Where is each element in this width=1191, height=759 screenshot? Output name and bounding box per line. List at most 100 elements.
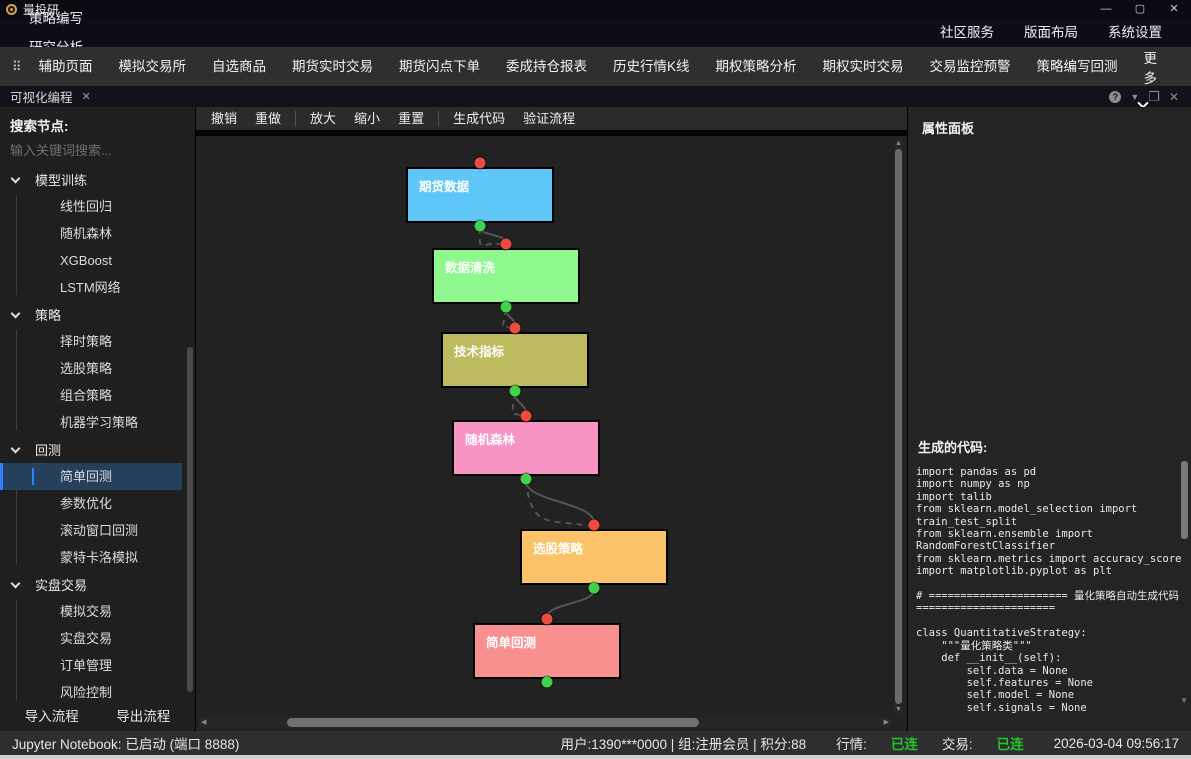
flow-node-期货数据[interactable]: 期货数据 — [406, 167, 554, 223]
menu-bar: 系统管理市场数据策略编写研究分析交易管理实验中心 社区服务版面布局系统设置 — [0, 18, 1191, 47]
scroll-left-icon[interactable]: ◀ — [201, 718, 206, 727]
tree-item-实盘交易[interactable]: 实盘交易 — [0, 625, 195, 652]
status-bar: Jupyter Notebook: 已启动 (端口 8888) 用户:1390*… — [0, 731, 1191, 755]
input-port[interactable] — [521, 411, 532, 422]
tree-item-选股策略[interactable]: 选股策略 — [0, 355, 195, 382]
output-port[interactable] — [510, 386, 521, 397]
tab-辅助页面[interactable]: 辅助页面 — [26, 47, 106, 86]
close-button[interactable]: ✕ — [1157, 0, 1191, 18]
input-port[interactable] — [501, 239, 512, 250]
tree-group-label: 回测 — [35, 440, 61, 459]
tree-item-参数优化[interactable]: 参数优化 — [0, 490, 195, 517]
tree-item-XGBoost[interactable]: XGBoost — [0, 247, 195, 274]
tree-item-订单管理[interactable]: 订单管理 — [0, 652, 195, 679]
toolbar-button-验证流程[interactable]: 验证流程 — [514, 107, 584, 130]
tab-策略编写回测[interactable]: 策略编写回测 — [1024, 47, 1131, 86]
menu-item-版面布局[interactable]: 版面布局 — [1009, 18, 1093, 47]
scroll-up-icon[interactable]: ▲ — [895, 139, 902, 148]
minimize-button[interactable]: — — [1089, 0, 1123, 18]
button-导出流程[interactable]: 导出流程 — [106, 703, 180, 727]
tab-自选商品[interactable]: 自选商品 — [199, 47, 279, 86]
tree-item-滚动窗口回测[interactable]: 滚动窗口回测 — [0, 517, 195, 544]
tree-item-机器学习策略[interactable]: 机器学习策略 — [0, 409, 195, 436]
close-panel-icon[interactable]: ✕ — [1169, 90, 1179, 104]
tree-item-简单回测[interactable]: 简单回测 — [0, 463, 182, 490]
status-datetime: 2026-03-04 09:56:17 — [1054, 736, 1179, 751]
subtab-close-icon[interactable]: ✕ — [82, 90, 91, 103]
scroll-down-icon[interactable]: ▼ — [895, 705, 902, 714]
scroll-right-icon[interactable]: ▶ — [884, 718, 889, 727]
tab-期权策略分析[interactable]: 期权策略分析 — [703, 47, 810, 86]
search-input[interactable] — [0, 137, 180, 162]
tree-item-LSTM网络[interactable]: LSTM网络 — [0, 274, 195, 301]
toolbar-button-重置[interactable]: 重置 — [389, 107, 433, 130]
flow-node-简单回测[interactable]: 简单回测 — [473, 623, 621, 679]
tree-item-蒙特卡洛模拟[interactable]: 蒙特卡洛模拟 — [0, 544, 195, 571]
flow-canvas[interactable]: ▲ ▼ ◀ ▶ 期货数据数据清洗技术指标随机森林选股策略简单回测 — [196, 130, 907, 731]
user-info: 用户:1390***0000 | 组:注册会员 | 积分:88 — [560, 733, 806, 753]
menu-item-策略编写[interactable]: 策略编写 — [14, 4, 98, 33]
tree-item-组合策略[interactable]: 组合策略 — [0, 382, 195, 409]
generated-code[interactable]: import pandas as pd import numpy as np i… — [908, 464, 1191, 719]
tree-group-模型训练[interactable]: 模型训练 — [0, 166, 195, 193]
input-port[interactable] — [589, 520, 600, 531]
toolbar-button-缩小[interactable]: 缩小 — [345, 107, 389, 130]
sidebar-scrollbar[interactable] — [187, 347, 193, 692]
tab-交易监控预警[interactable]: 交易监控预警 — [917, 47, 1024, 86]
tab-more-label: 更多 — [1144, 47, 1160, 87]
horizontal-scroll-thumb[interactable] — [287, 718, 699, 727]
code-scroll-down-icon[interactable]: ▼ — [1180, 696, 1188, 705]
toolbar-button-撤销[interactable]: 撤销 — [202, 107, 246, 130]
toolbar-button-生成代码[interactable]: 生成代码 — [444, 107, 514, 130]
maximize-button[interactable]: ▢ — [1123, 0, 1157, 18]
output-port[interactable] — [501, 302, 512, 313]
tree-group-策略[interactable]: 策略 — [0, 301, 195, 328]
tree-item-随机森林[interactable]: 随机森林 — [0, 220, 195, 247]
tab-委成持仓报表[interactable]: 委成持仓报表 — [493, 47, 600, 86]
toolbar-button-放大[interactable]: 放大 — [301, 107, 345, 130]
output-port[interactable] — [521, 474, 532, 485]
subtab-bar: 可视化编程 ✕ ? ▼ ❐ ✕ — [0, 86, 1191, 107]
input-port[interactable] — [475, 158, 486, 169]
tree-item-模拟交易[interactable]: 模拟交易 — [0, 598, 195, 625]
tab-期权实时交易[interactable]: 期权实时交易 — [810, 47, 917, 86]
flow-node-数据清洗[interactable]: 数据清洗 — [432, 248, 580, 304]
canvas-toolbar: 撤销重做放大缩小重置生成代码验证流程 — [196, 107, 907, 130]
flow-node-技术指标[interactable]: 技术指标 — [441, 332, 589, 388]
toolbar-button-重做[interactable]: 重做 — [246, 107, 290, 130]
tab-more[interactable]: 更多 — [1131, 47, 1191, 87]
code-scrollbar[interactable] — [1181, 461, 1188, 539]
subtab-visual-programming[interactable]: 可视化编程 ✕ — [10, 87, 91, 106]
tree-children-回测: 简单回测参数优化滚动窗口回测蒙特卡洛模拟 — [0, 463, 195, 571]
button-导入流程[interactable]: 导入流程 — [15, 703, 89, 727]
canvas-horizontal-scrollbar[interactable]: ◀ ▶ — [199, 717, 891, 728]
menu-item-系统设置[interactable]: 系统设置 — [1093, 18, 1177, 47]
output-port[interactable] — [589, 583, 600, 594]
output-port[interactable] — [475, 221, 486, 232]
tab-历史行情K线[interactable]: 历史行情K线 — [600, 47, 703, 86]
tree-item-线性回归[interactable]: 线性回归 — [0, 193, 195, 220]
help-icon[interactable]: ? — [1109, 91, 1121, 103]
menu-item-社区服务[interactable]: 社区服务 — [925, 18, 1009, 47]
flow-node-随机森林[interactable]: 随机森林 — [452, 420, 600, 476]
tab-list: 辅助页面模拟交易所自选商品期货实时交易期货闪点下单委成持仓报表历史行情K线期权策… — [26, 47, 1131, 86]
restore-panel-icon[interactable]: ❐ — [1148, 89, 1160, 105]
edge-line — [526, 481, 594, 523]
tab-期货闪点下单[interactable]: 期货闪点下单 — [386, 47, 493, 86]
jupyter-status: Jupyter Notebook: 已启动 (端口 8888) — [12, 733, 239, 753]
tree-group-实盘交易[interactable]: 实盘交易 — [0, 571, 195, 598]
dropdown-icon[interactable]: ▼ — [1130, 92, 1139, 102]
grip-icon[interactable]: ⠿ — [12, 59, 20, 75]
input-port[interactable] — [510, 323, 521, 334]
tree-item-风险控制[interactable]: 风险控制 — [0, 679, 195, 703]
input-port[interactable] — [542, 614, 553, 625]
flow-node-选股策略[interactable]: 选股策略 — [520, 529, 668, 585]
output-port[interactable] — [542, 677, 553, 688]
tab-模拟交易所[interactable]: 模拟交易所 — [106, 47, 200, 86]
tree-item-择时策略[interactable]: 择时策略 — [0, 328, 195, 355]
tab-期货实时交易[interactable]: 期货实时交易 — [279, 47, 386, 86]
trade-status-badge: 已连 — [997, 733, 1024, 753]
vertical-scroll-thumb[interactable] — [895, 149, 902, 704]
tree-group-回测[interactable]: 回测 — [0, 436, 195, 463]
canvas-vertical-scrollbar[interactable]: ▲ ▼ — [894, 138, 903, 715]
